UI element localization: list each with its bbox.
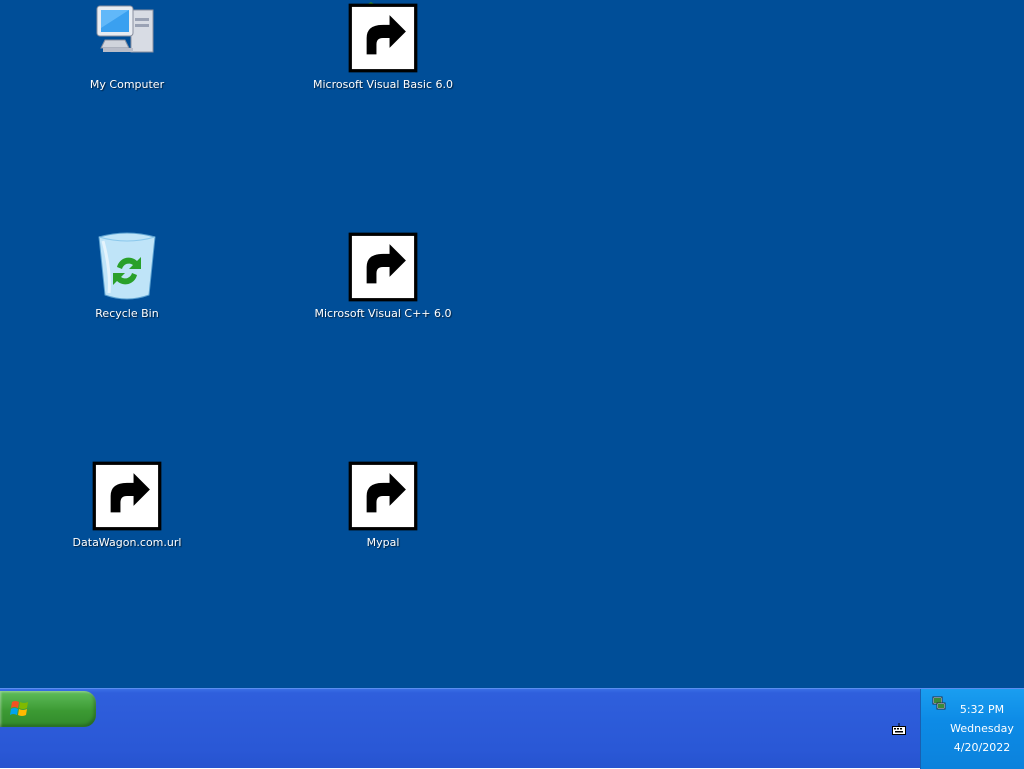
shortcut-arrow-icon	[348, 3, 418, 73]
desktop-icon-label: My Computer	[89, 78, 165, 91]
desktop-icon-datawagon[interactable]: DataWagon.com.url	[52, 460, 202, 556]
start-button[interactable]	[0, 691, 96, 727]
desktop-icon-visual-cpp[interactable]: Microsoft Visual C++ 6.0	[308, 231, 458, 327]
clock-date[interactable]: 4/20/2022	[921, 741, 1024, 755]
shortcut-arrow-icon	[92, 461, 162, 531]
clock-time[interactable]: 5:32 PM	[921, 703, 1024, 717]
taskbar: 5:32 PM Wednesday 4/20/2022	[0, 688, 1024, 769]
keyboard-icon[interactable]	[892, 723, 906, 735]
recycle-bin-icon	[91, 231, 163, 303]
system-tray: 5:32 PM Wednesday 4/20/2022	[920, 689, 1024, 769]
desktop-icon-label: Microsoft Visual C++ 6.0	[314, 307, 452, 320]
desktop-icon-label: Microsoft Visual Basic 6.0	[312, 78, 453, 91]
desktop-icon-label: Mypal	[366, 536, 400, 549]
mypal-raccoon-icon	[347, 460, 419, 532]
desktop-icon-label: Recycle Bin	[95, 307, 159, 320]
shortcut-arrow-icon	[348, 461, 418, 531]
shortcut-arrow-icon	[348, 232, 418, 302]
datawagon-url-icon	[91, 460, 163, 532]
desktop[interactable]: My Computer 32 Microsoft Visual Basic 6.…	[0, 0, 1024, 688]
my-computer-icon	[91, 2, 163, 74]
visual-cpp-icon	[347, 231, 419, 303]
windows-logo-icon	[10, 701, 28, 716]
desktop-icon-my-computer[interactable]: My Computer	[52, 2, 202, 98]
clock-day[interactable]: Wednesday	[921, 722, 1024, 736]
desktop-icon-visual-basic[interactable]: 32 Microsoft Visual Basic 6.0	[308, 2, 458, 98]
desktop-icon-mypal[interactable]: Mypal	[308, 460, 458, 556]
visual-basic-icon: 32	[347, 2, 419, 74]
desktop-icon-label: DataWagon.com.url	[72, 536, 182, 549]
desktop-icon-recycle-bin[interactable]: Recycle Bin	[52, 231, 202, 327]
